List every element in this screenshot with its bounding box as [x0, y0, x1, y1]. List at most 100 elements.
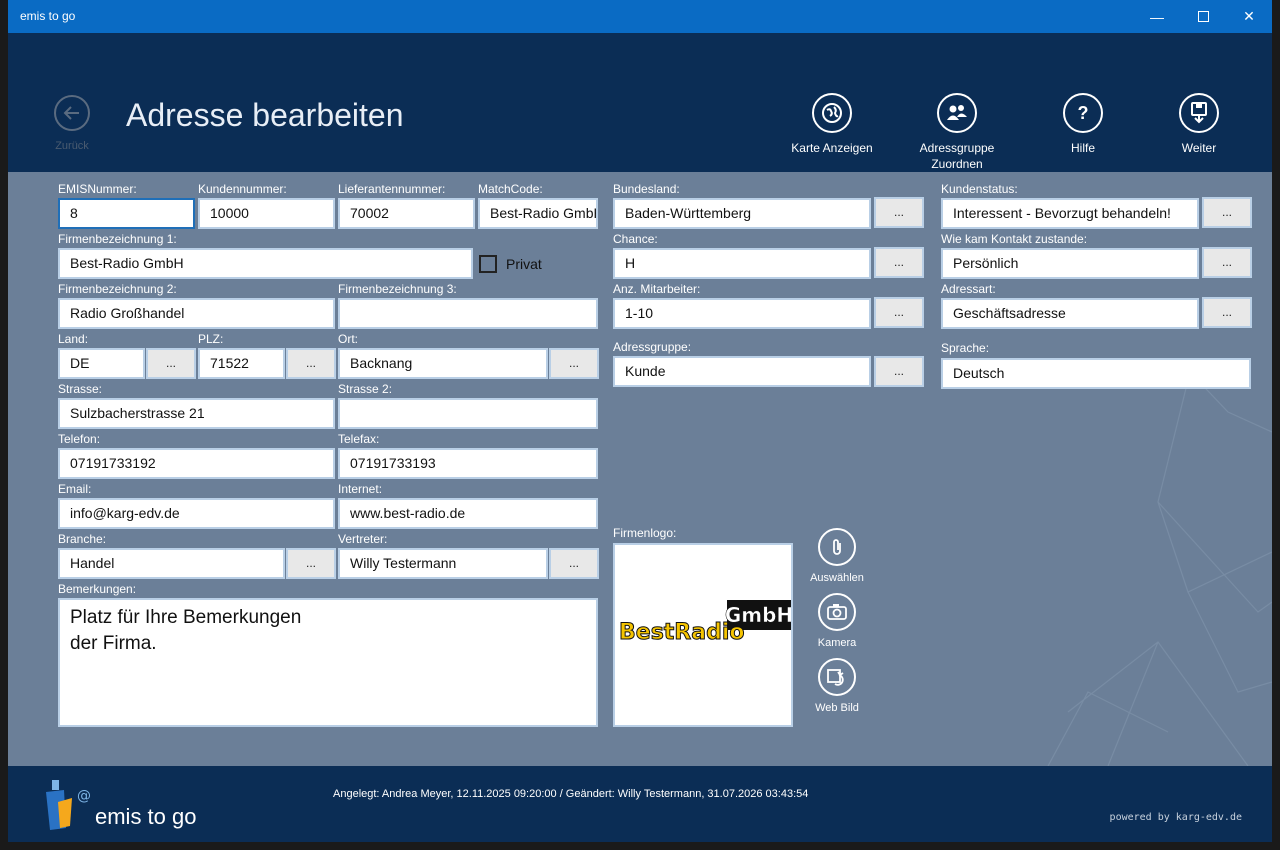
- lieferantennummer-label: Lieferantennummer:: [338, 182, 446, 196]
- vertreter-picker-button[interactable]: ...: [549, 548, 599, 579]
- kontakt-field[interactable]: Persönlich: [941, 248, 1199, 279]
- email-label: Email:: [58, 482, 92, 496]
- footer-brand: emis to go: [95, 804, 197, 829]
- adressgruppe-zuordnen-button[interactable]: Adressgruppe Zuordnen: [897, 93, 1017, 172]
- minimize-icon: —: [1150, 8, 1164, 25]
- auswaehlen-button[interactable]: Auswählen: [797, 528, 877, 584]
- save-icon: [1191, 102, 1207, 124]
- adressart-picker-button[interactable]: ...: [1202, 297, 1252, 328]
- adressgruppe-field[interactable]: Kunde: [613, 356, 871, 387]
- bundesland-picker-button[interactable]: ...: [874, 197, 924, 228]
- firma1-field[interactable]: Best-Radio GmbH: [58, 248, 473, 279]
- maximize-button[interactable]: [1180, 0, 1226, 33]
- ort-field[interactable]: Backnang: [338, 348, 548, 379]
- lieferantennummer-field[interactable]: 70002: [338, 198, 475, 229]
- emisnummer-label: EMISNummer:: [58, 182, 137, 196]
- telefon-label: Telefon:: [58, 432, 101, 446]
- close-icon: ✕: [1243, 8, 1255, 24]
- matchcode-field[interactable]: Best-Radio GmbH: [478, 198, 598, 229]
- maximize-icon: [1197, 11, 1209, 22]
- chance-picker-button[interactable]: ...: [874, 247, 924, 278]
- firma2-field[interactable]: Radio Großhandel: [58, 298, 335, 329]
- title-bar: emis to go — ✕: [8, 0, 1272, 33]
- emisnummer-field[interactable]: 8: [58, 198, 195, 229]
- strasse-label: Strasse:: [58, 382, 103, 396]
- web-bild-button[interactable]: Web Bild: [797, 658, 877, 714]
- auswaehlen-label: Auswählen: [810, 572, 864, 584]
- firmenlogo-label: Firmenlogo:: [613, 526, 677, 540]
- web-bild-label: Web Bild: [815, 702, 859, 714]
- telefax-field[interactable]: 07191733193: [338, 448, 598, 479]
- globe-icon: [822, 103, 842, 123]
- strasse2-field[interactable]: [338, 398, 598, 429]
- mitarbeiter-field[interactable]: 1-10: [613, 298, 871, 329]
- emis-logo-icon: @: [46, 780, 91, 830]
- karte-anzeigen-button[interactable]: Karte Anzeigen: [772, 93, 892, 156]
- chance-label: Chance:: [613, 232, 658, 246]
- internet-field[interactable]: www.best-radio.de: [338, 498, 598, 529]
- help-icon: ?: [1077, 103, 1089, 123]
- land-picker-button[interactable]: ...: [146, 348, 196, 379]
- privat-checkbox[interactable]: [479, 255, 497, 273]
- sprache-label: Sprache:: [941, 341, 990, 355]
- kamera-button[interactable]: Kamera: [797, 593, 877, 649]
- land-label: Land:: [58, 332, 89, 346]
- minimize-button[interactable]: —: [1134, 0, 1180, 33]
- kontakt-picker-button[interactable]: ...: [1202, 247, 1252, 278]
- bemerkungen-label: Bemerkungen:: [58, 582, 137, 596]
- ort-label: Ort:: [338, 332, 358, 346]
- bundesland-field[interactable]: Baden-Württemberg: [613, 198, 871, 229]
- plz-label: PLZ:: [198, 332, 224, 346]
- footer-meta: Angelegt: Andrea Meyer, 12.11.2025 09:20…: [333, 788, 809, 800]
- email-field[interactable]: info@karg-edv.de: [58, 498, 335, 529]
- logo-text: BestRadio: [619, 620, 745, 645]
- kundenstatus-picker-button[interactable]: ...: [1202, 197, 1252, 228]
- vertreter-field[interactable]: Willy Testermann: [338, 548, 548, 579]
- firmenlogo-image[interactable]: GmbH BestRadio: [613, 543, 793, 727]
- land-field[interactable]: DE: [58, 348, 145, 379]
- strasse-field[interactable]: Sulzbacherstrasse 21: [58, 398, 335, 429]
- footer: @ emis to go Angelegt: Andrea Meyer, 12.…: [8, 766, 1272, 842]
- firma3-field[interactable]: [338, 298, 598, 329]
- adressgruppe-picker-button[interactable]: ...: [874, 356, 924, 387]
- ort-picker-button[interactable]: ...: [549, 348, 599, 379]
- weiter-label: Weiter: [1181, 141, 1217, 155]
- kundenstatus-field[interactable]: Interessent - Bevorzugt behandeln!: [941, 198, 1199, 229]
- telefax-label: Telefax:: [338, 432, 380, 446]
- back-button[interactable]: [54, 95, 90, 131]
- matchcode-label: MatchCode:: [478, 182, 543, 196]
- address-form: EMISNummer: 8 Kundennummer: 10000 Liefer…: [8, 172, 1272, 766]
- weiter-button[interactable]: Weiter: [1139, 93, 1259, 156]
- hilfe-button[interactable]: ? Hilfe: [1023, 93, 1143, 156]
- adressart-label: Adressart:: [941, 282, 996, 296]
- page-header: Zurück Adresse bearbeiten Karte Anzeigen…: [8, 33, 1272, 172]
- bemerkungen-textarea[interactable]: Platz für Ihre Bemerkungen der Firma.: [58, 598, 598, 727]
- best-radio-logo: GmbH BestRadio: [619, 600, 791, 646]
- kundennummer-label: Kundennummer:: [198, 182, 287, 196]
- paperclip-icon: [833, 539, 841, 555]
- adressart-field[interactable]: Geschäftsadresse: [941, 298, 1199, 329]
- close-button[interactable]: ✕: [1226, 0, 1272, 33]
- vertreter-label: Vertreter:: [338, 532, 388, 546]
- bundesland-label: Bundesland:: [613, 182, 680, 196]
- adressgruppe-label: Adressgruppe:: [613, 340, 692, 354]
- powered-by: powered by karg-edv.de: [1109, 812, 1242, 823]
- back-label: Zurück: [55, 140, 89, 152]
- plz-field[interactable]: 71522: [198, 348, 285, 379]
- mitarbeiter-label: Anz. Mitarbeiter:: [613, 282, 701, 296]
- mitarbeiter-picker-button[interactable]: ...: [874, 297, 924, 328]
- branche-picker-button[interactable]: ...: [286, 548, 336, 579]
- kamera-label: Kamera: [817, 637, 857, 649]
- sprache-field[interactable]: Deutsch: [941, 358, 1251, 389]
- people-icon: [947, 105, 967, 120]
- branche-field[interactable]: Handel: [58, 548, 285, 579]
- branche-label: Branche:: [58, 532, 107, 546]
- strasse2-label: Strasse 2:: [338, 382, 393, 396]
- telefon-field[interactable]: 07191733192: [58, 448, 335, 479]
- chance-field[interactable]: H: [613, 248, 871, 279]
- karte-anzeigen-label: Karte Anzeigen: [791, 141, 873, 155]
- kundenstatus-label: Kundenstatus:: [941, 182, 1018, 196]
- plz-picker-button[interactable]: ...: [286, 348, 336, 379]
- kundennummer-field[interactable]: 10000: [198, 198, 335, 229]
- svg-text:@: @: [77, 788, 91, 804]
